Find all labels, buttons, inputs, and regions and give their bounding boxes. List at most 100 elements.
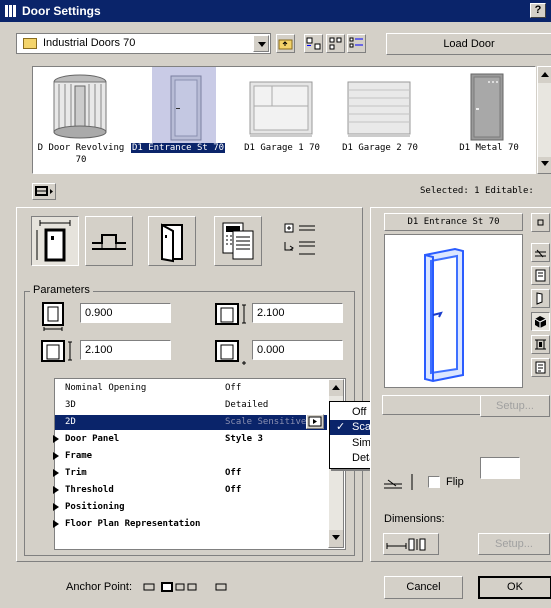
popup-arrow-icon — [308, 416, 322, 427]
view-section-button[interactable] — [531, 335, 550, 354]
door-library-thumbnails: D Door Revolving 70 D1 Entrance St 70 D1… — [32, 66, 536, 174]
view-side-button[interactable] — [531, 289, 550, 308]
section-toggle-icon — [35, 186, 53, 196]
list-settings-icon — [535, 361, 546, 374]
thumbnail-entrance-door[interactable]: D1 Entrance St 70 — [130, 67, 226, 173]
list-item[interactable]: Floor Plan Representation — [53, 517, 327, 532]
height-field[interactable]: 2.100 — [252, 303, 343, 323]
list-item[interactable]: Positioning — [53, 500, 327, 515]
folder-up-button[interactable] — [276, 34, 295, 53]
load-door-button[interactable]: Load Door — [386, 33, 551, 55]
width-field[interactable]: 0.900 — [80, 303, 171, 323]
dimension-style-button[interactable] — [383, 533, 439, 555]
flip-door-icon — [382, 472, 432, 492]
list-item[interactable]: 3D Detailed — [55, 398, 327, 413]
expand-triangle-icon[interactable] — [53, 452, 59, 460]
small-icons-icon — [329, 37, 342, 50]
large-icons-icon — [306, 37, 321, 50]
anchor-point-label: Anchor Point: — [66, 581, 133, 593]
cancel-button[interactable]: Cancel — [384, 576, 463, 599]
help-button[interactable]: ? — [530, 3, 546, 18]
list-item[interactable]: Nominal Opening Off — [55, 381, 327, 396]
dimensions-label: Dimensions: — [384, 513, 445, 525]
thumbnail-label: D Door Revolving 70 — [37, 143, 125, 165]
preview-title: D1 Entrance St 70 — [384, 213, 523, 231]
expand-triangle-icon[interactable] — [53, 503, 59, 511]
title-bar: Door Settings ? — [0, 0, 551, 22]
representation-buttons[interactable] — [382, 395, 482, 415]
value-popup-button[interactable] — [306, 414, 324, 429]
view-list-button[interactable] — [531, 358, 550, 377]
width-dim-icon — [40, 302, 66, 332]
dimension-style-icon — [386, 538, 426, 551]
library-folder-select[interactable]: Industrial Doors 70 — [16, 33, 271, 54]
side-view-icon — [536, 292, 543, 305]
chevron-down-icon[interactable] — [253, 35, 269, 52]
list-item[interactable]: Door Panel Style 3 — [53, 432, 327, 447]
tab-dimensions[interactable] — [31, 216, 79, 266]
door-preview — [384, 234, 523, 388]
preview-options-button[interactable] — [531, 213, 550, 232]
revolving-door-image — [53, 74, 107, 139]
thumbnail-label: D1 Garage 1 70 — [244, 143, 320, 153]
expand-triangle-icon[interactable] — [53, 435, 59, 443]
section-view-icon — [535, 339, 546, 350]
setup-button-2[interactable]: Setup... — [478, 533, 550, 555]
label-markers-icon — [284, 223, 315, 255]
expand-triangle-icon[interactable] — [53, 520, 59, 528]
entrance-door-image — [170, 75, 202, 141]
door-3d-preview-image — [424, 247, 464, 383]
thumbnail-garage-1[interactable]: D1 Garage 1 70 — [234, 67, 330, 173]
door-dimensions-icon — [36, 220, 71, 262]
anchor-points-icon — [143, 582, 227, 592]
metal-door-image — [470, 73, 504, 141]
flip-label: Flip — [446, 476, 464, 488]
sill-height-field[interactable]: 2.100 — [80, 340, 171, 360]
thumbnail-metal-door[interactable]: D1 Metal 70 — [441, 67, 537, 173]
thumbnails-scrollbar[interactable] — [537, 66, 551, 174]
thumbnail-label: D1 Garage 2 70 — [342, 143, 418, 153]
tab-opening-side[interactable] — [148, 216, 196, 266]
thumbnail-label: D1 Metal 70 — [459, 143, 519, 153]
parameters-legend: Parameters — [30, 284, 93, 296]
anchor-point-selector[interactable] — [142, 578, 232, 596]
sill-dim-icon — [40, 339, 80, 365]
list-item[interactable]: Frame — [53, 449, 327, 464]
list-item-selected[interactable]: 2D Scale Sensitive — [55, 415, 327, 430]
offset-dim-icon — [212, 339, 252, 367]
folder-up-icon — [278, 39, 293, 50]
ok-button[interactable]: OK — [478, 576, 551, 599]
list-item[interactable]: Trim Off — [53, 466, 327, 481]
list-item[interactable]: Threshold Off — [53, 483, 327, 498]
setup-button-1[interactable]: Setup... — [480, 395, 550, 417]
thumbnail-revolving-door[interactable]: D Door Revolving 70 — [33, 67, 129, 173]
view-plan-button[interactable] — [531, 243, 550, 262]
folder-icon — [23, 38, 37, 49]
list-view-button[interactable] — [347, 34, 366, 53]
view-elevation-button[interactable] — [531, 266, 550, 285]
large-icons-view-button[interactable] — [304, 34, 323, 53]
garage-door-1-image — [249, 81, 313, 137]
offset-field[interactable]: 0.000 — [252, 340, 343, 360]
garage-door-2-image — [347, 81, 411, 137]
tab-plan-section[interactable] — [85, 216, 133, 266]
expand-triangle-icon[interactable] — [53, 469, 59, 477]
checkmark-icon: ✓ — [336, 421, 346, 433]
section-toggle-button[interactable] — [32, 183, 56, 200]
cube-3d-icon — [534, 316, 547, 328]
flip-checkbox[interactable] — [428, 476, 440, 488]
tab-listing[interactable] — [214, 216, 262, 266]
tab-label-markers[interactable] — [279, 216, 327, 266]
view-3d-button[interactable] — [531, 312, 550, 331]
small-icons-view-button[interactable] — [326, 34, 345, 53]
list-view-icon — [349, 37, 363, 48]
folder-label: Industrial Doors 70 — [43, 37, 136, 49]
pen-field[interactable] — [480, 457, 520, 479]
parameter-list: Nominal Opening Off 3D Detailed 2D Scale Se… — [53, 378, 346, 550]
selection-status: Selected: 1 Editable: — [420, 186, 534, 196]
app-icon — [5, 5, 17, 17]
thumbnail-garage-2[interactable]: D1 Garage 2 70 — [332, 67, 428, 173]
expand-triangle-icon[interactable] — [53, 486, 59, 494]
load-door-label: Load Door — [443, 38, 495, 50]
plan-view-icon — [535, 249, 546, 258]
